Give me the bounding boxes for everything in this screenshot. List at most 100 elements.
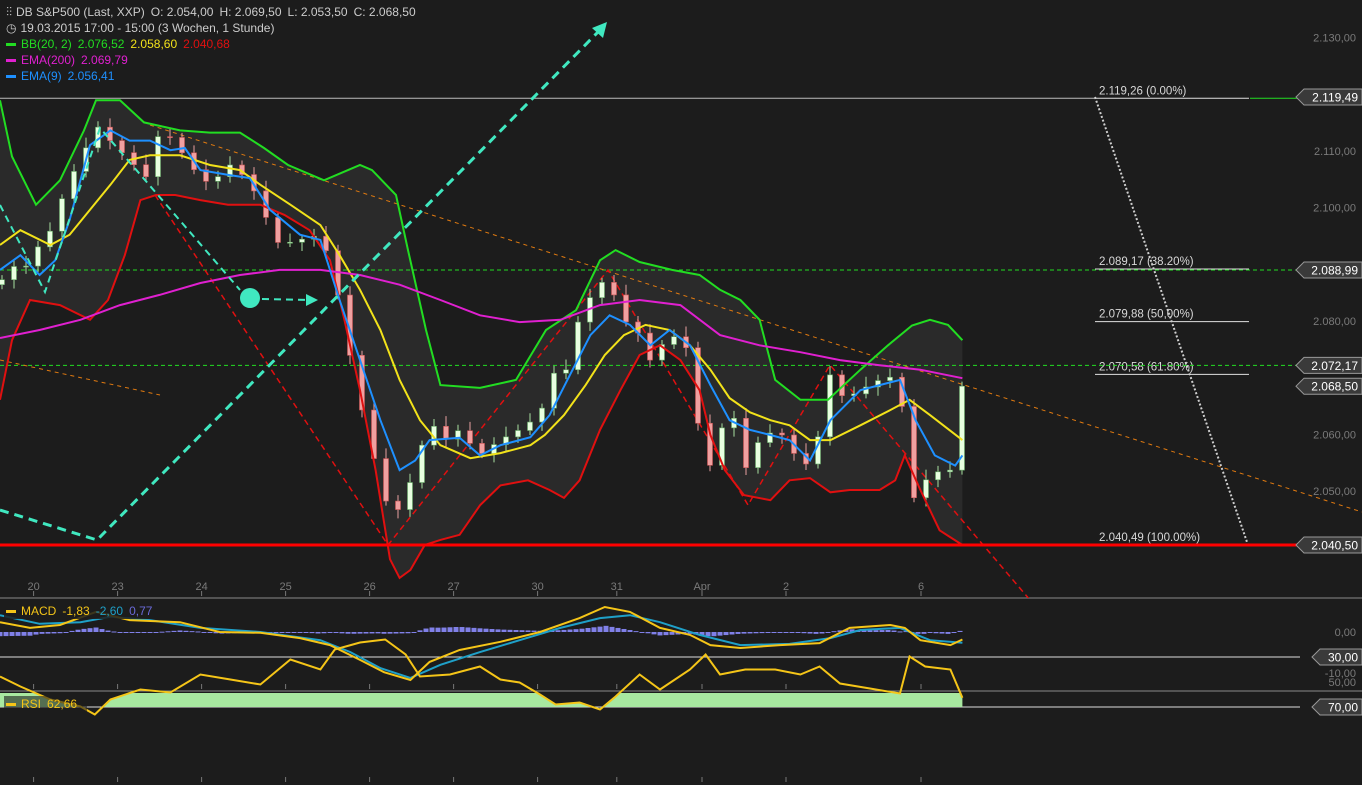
candle-up (515, 430, 521, 438)
period-legend[interactable]: ◷ 19.03.2015 17:00 - 15:00 (3 Wochen, 1 S… (4, 20, 285, 36)
fib-level-label: 2.070,58 (61.80%) (1099, 361, 1194, 373)
ohlc-open: O: 2.054,00 (150, 5, 214, 19)
candle-down (623, 294, 629, 323)
macd-histogram-bar (483, 628, 489, 632)
macd-histogram-bar (183, 630, 189, 632)
macd-histogram-bar (411, 632, 417, 633)
macd-histogram-bar (417, 630, 423, 632)
macd-histogram-bar (309, 632, 315, 634)
price-tags: 2.119,49 2.088,99 2.072,17 2.068,50 2.040,50… (1295, 88, 1362, 716)
ema9-value: 2.056,41 (67, 69, 115, 83)
macd-histogram-bar (99, 629, 105, 632)
ema200-value: 2.069,79 (81, 53, 128, 67)
macd-histogram-bar (501, 629, 507, 632)
macd-histogram-bar (123, 632, 129, 633)
macd-histogram-bar (939, 632, 945, 634)
rsi-label: RSI (21, 697, 42, 711)
macd-histogram-bar (369, 632, 375, 634)
cyan-arrow-short[interactable] (261, 298, 309, 301)
bb-lower-value: 2.040,68 (183, 37, 230, 51)
macd-histogram-bar (951, 632, 957, 633)
macd-histogram-bar (3, 632, 9, 637)
macd-histogram-bar (717, 632, 723, 636)
bb-label: BB(20, 2) (21, 37, 72, 51)
price-chart[interactable]: 2.130,00 2.110,00 2.100,00 2.080,00 2.060,00… (0, 0, 1362, 785)
macd-histogram-bar (201, 631, 207, 633)
macd-histogram-bar (477, 628, 483, 632)
rsi-tag-70: 70,00 (1328, 701, 1358, 715)
macd-histogram-bar (489, 629, 495, 632)
bb-legend[interactable]: BB(20, 2) 2.076,52 2.058,60 2.040,68 (4, 36, 240, 52)
macd-histogram-bar (711, 632, 717, 637)
macd-histogram-bar (555, 630, 561, 632)
ema200-label: EMA(200) (21, 53, 76, 67)
macd-histogram-bar (741, 632, 747, 634)
macd-histogram-bar (303, 632, 309, 633)
macd-histogram-bar (279, 632, 285, 633)
macd-histogram-bar (375, 632, 381, 634)
candle-up (23, 265, 29, 268)
candle-up (671, 336, 677, 345)
candle-up (563, 369, 569, 374)
ema200-legend[interactable]: EMA(200) 2.069,79 (4, 52, 138, 68)
macd-histogram-bar (747, 632, 753, 634)
macd-histogram-bar (459, 627, 465, 632)
macd-histogram-bar (735, 632, 741, 634)
macd-histogram-bar (783, 632, 789, 633)
macd-histogram-bar (789, 632, 795, 633)
candle-down (167, 136, 173, 138)
candle-down (107, 126, 113, 141)
macd-histogram-bar (957, 630, 963, 632)
macd-histogram-bar (567, 629, 573, 632)
macd-histogram-bar (633, 631, 639, 633)
cyan-marker-dot[interactable] (240, 288, 260, 308)
macd-histogram-bar (891, 630, 897, 632)
macd-histogram-bar (759, 632, 765, 634)
candle-up (887, 376, 893, 381)
macd-histogram-bar (525, 630, 531, 632)
candle-up (0, 279, 5, 285)
candle-up (527, 421, 533, 431)
candle-up (827, 374, 833, 438)
candle-up (11, 266, 17, 280)
ema9-legend[interactable]: EMA(9) 2.056,41 (4, 68, 125, 84)
macd-histogram-bar (441, 627, 447, 632)
macd-histogram-bar (351, 632, 357, 634)
macd-histogram-bar (45, 632, 51, 634)
macd-histogram-bar (615, 627, 621, 632)
ema9-label: EMA(9) (21, 69, 62, 83)
macd-histogram-bar (777, 632, 783, 633)
price-axis-tick: 2.110,00 (1314, 146, 1356, 158)
macd-histogram-bar (93, 627, 99, 632)
candle-up (35, 246, 41, 267)
candle-down (467, 430, 473, 444)
macd-histogram-bar (129, 632, 135, 633)
macd-legend[interactable]: MACD -1,83 -2,60 0,77 (4, 603, 163, 619)
rsi-legend[interactable]: RSI 62,66 (4, 696, 88, 712)
macd-histogram-bar (933, 632, 939, 634)
candle-up (287, 241, 293, 244)
macd-histogram-bar (663, 632, 669, 636)
macd-histogram-bar (519, 630, 525, 632)
macd-histogram-bar (423, 628, 429, 632)
macd-histogram-bar (363, 632, 369, 634)
price-tag: 2.088,99 (1311, 263, 1358, 277)
macd-histogram-bar (207, 632, 213, 633)
macd-histogram-bar (639, 632, 645, 633)
macd-histogram-bar (771, 632, 777, 633)
chart-settings-icon[interactable]: ⫶⫶ (6, 5, 12, 19)
macd-histogram-bar (561, 629, 567, 632)
ema200-swatch-icon (6, 59, 16, 63)
candle-up (59, 198, 65, 232)
macd-histogram-bar (117, 632, 123, 633)
instrument-name: DB S&P500 (Last, XXP) (16, 5, 145, 19)
macd-histogram-bar (621, 628, 627, 632)
rsi-tag-30: 30,00 (1328, 651, 1358, 665)
macd-histogram-bar (0, 632, 3, 637)
macd-histogram-bar (603, 625, 609, 632)
candle-up (299, 238, 305, 243)
macd-histogram-bar (513, 630, 519, 632)
macd-histogram-bar (669, 632, 675, 635)
macd-hist-value: 0,77 (129, 604, 153, 618)
candle-down (275, 217, 281, 243)
